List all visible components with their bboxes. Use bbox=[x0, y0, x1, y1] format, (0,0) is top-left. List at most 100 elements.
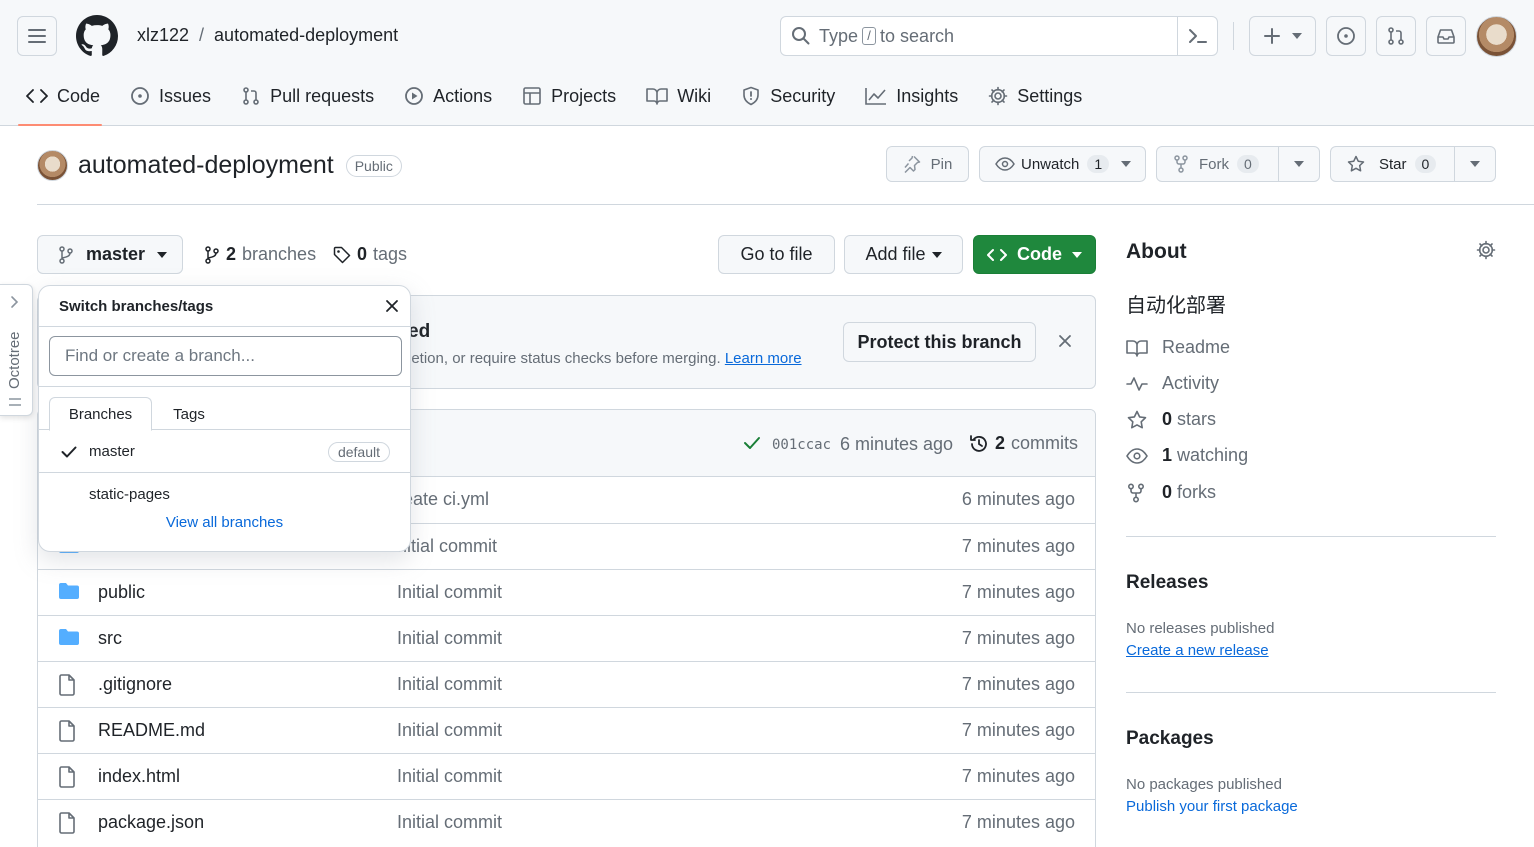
commit-message[interactable]: Initial commit bbox=[397, 674, 502, 695]
hamburger-icon bbox=[28, 29, 46, 43]
book-icon bbox=[1126, 339, 1148, 357]
tab-wiki[interactable]: Wiki bbox=[646, 78, 723, 125]
add-file-button[interactable]: Add file bbox=[844, 235, 963, 274]
branch-filter-input[interactable]: Find or create a branch... bbox=[49, 336, 402, 376]
activity-link[interactable]: Activity bbox=[1126, 373, 1219, 394]
star-dropdown-button[interactable] bbox=[1454, 146, 1496, 182]
tab-tags[interactable]: Tags bbox=[159, 397, 219, 431]
releases-heading[interactable]: Releases bbox=[1126, 572, 1208, 594]
menu-button[interactable] bbox=[17, 16, 57, 56]
code-icon bbox=[987, 248, 1007, 261]
activity-label: Activity bbox=[1162, 373, 1220, 393]
tags-count: 0 bbox=[357, 244, 368, 264]
tab-label: Issues bbox=[159, 86, 212, 106]
file-name[interactable]: .gitignore bbox=[98, 674, 172, 695]
commit-sha[interactable]: 001ccac bbox=[772, 437, 831, 453]
publish-package-link[interactable]: Publish your first package bbox=[1126, 798, 1298, 815]
dismiss-banner-button[interactable] bbox=[1058, 334, 1072, 348]
unwatch-button[interactable]: Unwatch 1 bbox=[979, 146, 1146, 182]
fork-dropdown-button[interactable] bbox=[1278, 146, 1320, 182]
search-input[interactable]: Type / to search bbox=[780, 16, 1218, 56]
issues-button[interactable] bbox=[1326, 16, 1366, 56]
tab-insights[interactable]: Insights bbox=[865, 78, 970, 125]
create-new-button[interactable] bbox=[1249, 16, 1316, 56]
header-divider bbox=[1233, 22, 1234, 50]
file-name[interactable]: README.md bbox=[98, 720, 205, 741]
commit-time: 7 minutes ago bbox=[961, 720, 1075, 740]
caret-down-icon bbox=[1470, 161, 1480, 167]
file-row[interactable]: index.html Initial commit 7 minutes ago bbox=[38, 753, 1095, 799]
github-logo-icon[interactable] bbox=[76, 15, 118, 57]
file-type-icon bbox=[58, 720, 76, 742]
tab-label: Code bbox=[57, 86, 101, 106]
create-release-link[interactable]: Create a new release bbox=[1126, 642, 1269, 659]
octotree-toggle[interactable]: Octotree bbox=[0, 284, 33, 416]
commit-message[interactable]: Initial commit bbox=[397, 582, 502, 603]
commits-link[interactable]: 2 commits bbox=[969, 433, 1078, 454]
file-name[interactable]: index.html bbox=[98, 766, 180, 787]
go-to-file-button[interactable]: Go to file bbox=[718, 235, 835, 274]
fork-icon bbox=[1174, 155, 1188, 173]
tab-settings[interactable]: Settings bbox=[988, 78, 1094, 125]
forks-link[interactable]: 0 forks bbox=[1126, 482, 1216, 503]
caret-down-icon bbox=[157, 251, 168, 258]
file-row[interactable]: README.md Initial commit 7 minutes ago bbox=[38, 707, 1095, 753]
star-button[interactable]: Star 0 bbox=[1330, 146, 1455, 182]
tab-issues[interactable]: Issues bbox=[130, 78, 223, 125]
tab-pull-requests[interactable]: Pull requests bbox=[241, 78, 386, 125]
branch-item-static-pages[interactable]: static-pages bbox=[39, 473, 410, 515]
search-prefix: Type bbox=[819, 25, 859, 46]
tab-branches[interactable]: Branches bbox=[49, 397, 152, 431]
fork-label: Fork bbox=[1199, 155, 1229, 173]
view-all-branches-link[interactable]: View all branches bbox=[39, 514, 410, 531]
commit-message[interactable]: Initial commit bbox=[397, 812, 502, 833]
file-name[interactable]: public bbox=[98, 582, 145, 603]
file-row[interactable]: src Initial commit 7 minutes ago bbox=[38, 615, 1095, 661]
fork-button[interactable]: Fork 0 bbox=[1156, 146, 1279, 182]
learn-more-link[interactable]: Learn more bbox=[725, 350, 802, 367]
file-type-icon bbox=[58, 674, 76, 696]
pin-button[interactable]: Pin bbox=[886, 146, 969, 182]
tab-projects[interactable]: Projects bbox=[522, 78, 628, 125]
branches-link[interactable]: 2 branches bbox=[204, 244, 316, 265]
tab-code[interactable]: Code bbox=[17, 78, 112, 126]
watching-link[interactable]: 1 watching bbox=[1126, 445, 1248, 466]
branches-label: branches bbox=[242, 244, 317, 264]
repo-owner-avatar bbox=[37, 150, 68, 181]
code-label: Code bbox=[1017, 244, 1062, 264]
caret-down-icon bbox=[1291, 33, 1302, 39]
watching-label: watching bbox=[1177, 445, 1249, 465]
file-name[interactable]: src bbox=[98, 628, 122, 649]
inbox-button[interactable] bbox=[1426, 16, 1466, 56]
forks-count: 0 bbox=[1162, 482, 1173, 502]
code-button[interactable]: Code bbox=[973, 235, 1096, 274]
tab-security[interactable]: Security bbox=[741, 78, 847, 125]
tab-actions[interactable]: Actions bbox=[404, 78, 504, 125]
sidebar-divider bbox=[1126, 536, 1496, 537]
avatar[interactable] bbox=[1476, 16, 1517, 57]
commit-time: 7 minutes ago bbox=[961, 628, 1075, 648]
repo-link[interactable]: automated-deployment bbox=[214, 25, 398, 46]
commit-message[interactable]: nitial commit bbox=[397, 536, 497, 557]
pull-requests-button[interactable] bbox=[1376, 16, 1416, 56]
branch-selector-button[interactable]: master bbox=[37, 235, 183, 274]
commit-message[interactable]: Initial commit bbox=[397, 628, 502, 649]
command-palette-button[interactable] bbox=[1177, 17, 1217, 55]
edit-about-button[interactable] bbox=[1476, 240, 1496, 260]
file-name[interactable]: package.json bbox=[98, 812, 204, 833]
star-icon bbox=[1127, 410, 1147, 428]
owner-link[interactable]: xlz122 bbox=[137, 25, 189, 46]
file-row[interactable]: .gitignore Initial commit 7 minutes ago bbox=[38, 661, 1095, 707]
packages-heading[interactable]: Packages bbox=[1126, 728, 1214, 750]
readme-link[interactable]: Readme bbox=[1126, 337, 1230, 358]
commit-message[interactable]: Initial commit bbox=[397, 720, 502, 741]
protect-branch-button[interactable]: Protect this branch bbox=[843, 322, 1036, 362]
commit-message[interactable]: Initial commit bbox=[397, 766, 502, 787]
repo-name[interactable]: automated-deployment bbox=[78, 151, 334, 180]
file-row[interactable]: package.json Initial commit 7 minutes ago bbox=[38, 799, 1095, 845]
file-row[interactable]: public Initial commit 7 minutes ago bbox=[38, 569, 1095, 615]
branch-item-master[interactable]: master default bbox=[39, 431, 410, 473]
tags-link[interactable]: 0 tags bbox=[333, 244, 407, 265]
stars-link[interactable]: 0 stars bbox=[1126, 409, 1216, 430]
close-dropdown-button[interactable] bbox=[385, 299, 399, 313]
